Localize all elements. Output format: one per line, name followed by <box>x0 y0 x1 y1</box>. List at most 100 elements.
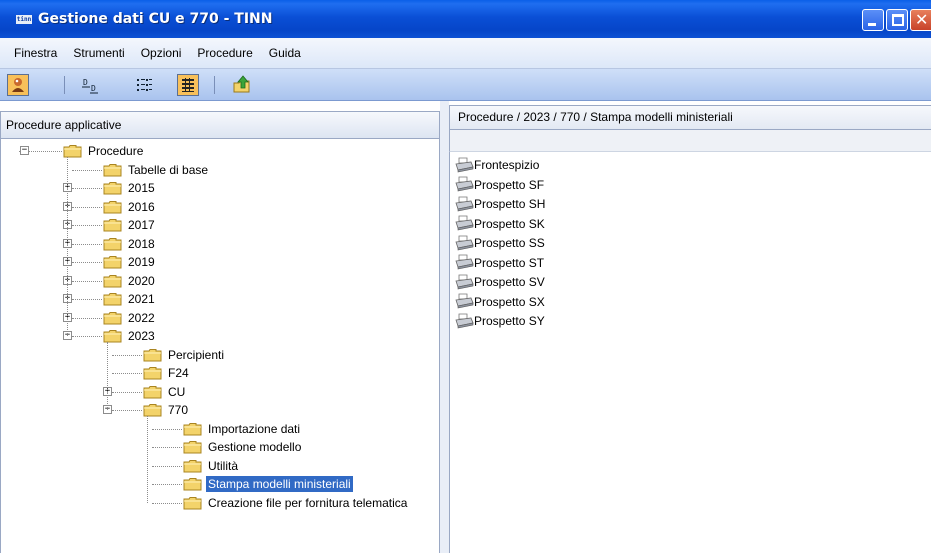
folder-icon <box>143 385 162 398</box>
printer-icon <box>455 176 474 192</box>
tree-node-770[interactable]: 770 <box>143 401 190 419</box>
print-model-item[interactable]: Prospetto SK <box>454 215 545 233</box>
printer-icon <box>455 215 474 231</box>
tree-node-year-2022[interactable]: 2022 <box>103 309 157 327</box>
tree-node-percipienti[interactable]: Percipienti <box>143 346 226 364</box>
tree-connector <box>72 188 102 189</box>
tree-node-f24[interactable]: F24 <box>143 364 191 382</box>
tree-node-label: Procedure <box>88 144 144 158</box>
minimize-icon <box>868 23 876 26</box>
printer-icon <box>455 235 474 250</box>
title-bar[interactable]: tinn Gestione dati CU e 770 - TINN ✕ <box>0 0 931 38</box>
print-model-item[interactable]: Frontespizio <box>454 156 539 174</box>
print-model-label: Prospetto SY <box>474 314 545 328</box>
menu-finestra[interactable]: Finestra <box>6 46 65 60</box>
folder-icon <box>183 422 202 435</box>
user-button[interactable] <box>7 74 29 96</box>
procedure-tree[interactable]: Procedure − Tabelle di base 2015 +2016 +2017 +… <box>0 139 440 553</box>
tree-node-770-child[interactable]: Gestione modello <box>183 438 303 456</box>
menu-strumenti[interactable]: Strumenti <box>65 46 132 60</box>
tree-node-770-child[interactable]: Utilità <box>183 457 240 475</box>
tree-node-label: F24 <box>168 366 189 380</box>
tree-node-tabelle[interactable]: Tabelle di base <box>103 161 210 179</box>
tree-node-year-2016[interactable]: 2016 <box>103 198 157 216</box>
menu-procedure[interactable]: Procedure <box>189 46 260 60</box>
tree-node-year-2020[interactable]: 2020 <box>103 272 157 290</box>
tree-node-year-2021[interactable]: 2021 <box>103 290 157 308</box>
print-models-list[interactable]: Frontespizio Prospetto SF Prospetto SH Pros… <box>449 152 931 553</box>
details-view-button[interactable] <box>177 74 199 96</box>
print-model-item[interactable]: Prospetto SX <box>454 293 545 311</box>
user-icon <box>12 78 24 92</box>
tree-node-cu[interactable]: CU <box>143 383 187 401</box>
printer-icon <box>455 157 474 172</box>
details-view-icon <box>182 78 194 92</box>
tree-node-year-2023[interactable]: 2023 <box>103 327 157 345</box>
minimize-button[interactable] <box>862 9 884 31</box>
tree-connector <box>72 225 102 226</box>
app-logo-icon: tinn <box>16 14 32 24</box>
tree-connector <box>72 336 102 337</box>
printer-icon <box>455 274 474 289</box>
tree-node-year-2017[interactable]: 2017 <box>103 216 157 234</box>
tree-connector <box>72 317 102 319</box>
tree-node-770-child[interactable]: Importazione dati <box>183 420 302 438</box>
print-model-label: Prospetto SS <box>474 236 545 250</box>
print-model-label: Prospetto SF <box>474 177 545 192</box>
list-view-icon <box>137 79 152 91</box>
tree-connector <box>72 243 102 245</box>
print-model-label: Prospetto ST <box>474 255 545 270</box>
list-column-header <box>449 130 931 152</box>
tree-node-label: 2022 <box>128 310 155 325</box>
tree-connector <box>72 206 102 208</box>
export-button[interactable] <box>231 74 253 96</box>
folder-icon <box>143 367 162 380</box>
print-model-label: Frontespizio <box>474 158 540 172</box>
folder-icon <box>143 404 162 417</box>
folder-icon <box>183 441 202 454</box>
folder-icon <box>103 330 122 343</box>
tree-node-year-2019[interactable]: 2019 <box>103 253 157 271</box>
list-view-button[interactable] <box>133 74 155 96</box>
print-model-item[interactable]: Prospetto SS <box>454 234 545 252</box>
menu-opzioni[interactable]: Opzioni <box>133 46 190 60</box>
tree-node-procedure[interactable]: Procedure <box>63 142 145 160</box>
print-model-label: Prospetto SV <box>474 275 545 289</box>
tree-node-label: Utilità <box>208 458 239 473</box>
tree-connector <box>152 447 182 448</box>
tree-node-770-child[interactable]: Creazione file per fornitura telematica <box>183 494 409 512</box>
print-model-item[interactable]: Prospetto SF <box>454 176 544 194</box>
window-title: Gestione dati CU e 770 - TINN <box>38 11 273 27</box>
folder-icon <box>103 237 122 250</box>
tree-node-770-child[interactable]: Stampa modelli ministeriali <box>183 475 353 493</box>
collapse-icon[interactable]: − <box>20 146 29 155</box>
panel-splitter[interactable] <box>440 101 449 553</box>
sort-button[interactable]: D D <box>80 74 102 96</box>
breadcrumb: Procedure / 2023 / 770 / Stampa modelli … <box>449 105 931 130</box>
print-model-item[interactable]: Prospetto SV <box>454 273 545 291</box>
tree-node-label: 2015 <box>128 181 155 195</box>
tree-connector <box>72 169 102 171</box>
tree-node-year-2015[interactable]: 2015 <box>103 179 157 197</box>
menu-guida[interactable]: Guida <box>261 46 309 60</box>
tree-node-label: 2016 <box>128 199 155 214</box>
svg-text:D: D <box>91 84 96 93</box>
folder-icon <box>103 182 122 195</box>
tree-node-year-2018[interactable]: 2018 <box>103 235 157 253</box>
print-model-item[interactable]: Prospetto SY <box>454 312 545 330</box>
tree-node-label: Gestione modello <box>208 440 302 454</box>
toolbar-separator <box>64 76 65 94</box>
print-model-item[interactable]: Prospetto SH <box>454 195 545 213</box>
tree-connector <box>72 262 102 263</box>
close-button[interactable]: ✕ <box>910 9 931 31</box>
toolbar-separator <box>214 76 215 94</box>
maximize-button[interactable] <box>886 9 908 31</box>
print-model-item[interactable]: Prospetto ST <box>454 254 544 272</box>
tree-connector <box>152 484 182 485</box>
print-model-label: Prospetto SX <box>474 294 545 309</box>
printer-icon <box>455 254 474 270</box>
sort-icon: D D <box>82 78 98 94</box>
folder-icon <box>103 200 122 213</box>
folder-icon <box>103 311 122 324</box>
left-panel-title: Procedure applicative <box>0 111 440 139</box>
